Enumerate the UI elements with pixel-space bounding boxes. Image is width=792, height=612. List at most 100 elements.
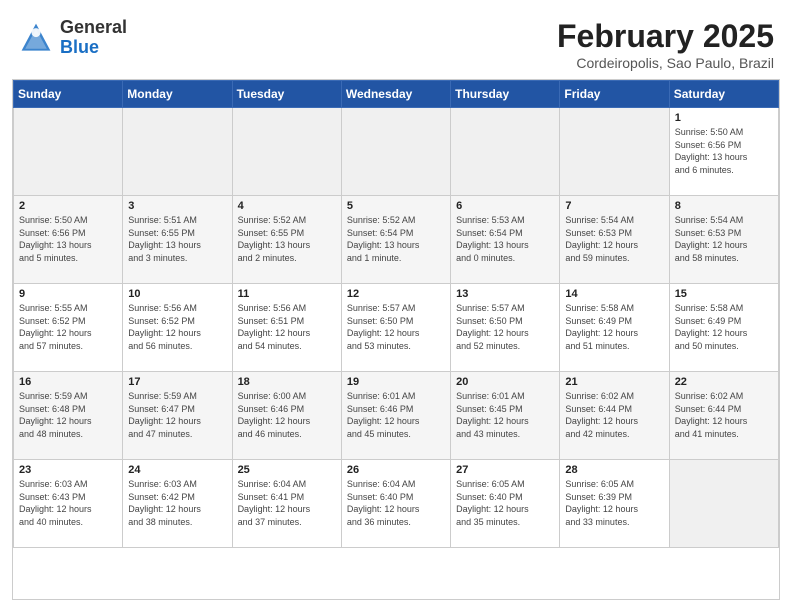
calendar-cell: 23 Sunrise: 6:03 AM Sunset: 6:43 PM Dayli… — [14, 460, 123, 548]
week-row-2: 9 Sunrise: 5:55 AM Sunset: 6:52 PM Daylig… — [14, 284, 779, 372]
day-info: Sunrise: 5:52 AM Sunset: 6:55 PM Dayligh… — [238, 214, 336, 264]
calendar-cell: 16 Sunrise: 5:59 AM Sunset: 6:48 PM Dayli… — [14, 372, 123, 460]
day-number: 24 — [128, 464, 226, 476]
day-info: Sunrise: 5:56 AM Sunset: 6:51 PM Dayligh… — [238, 302, 336, 352]
day-number: 11 — [238, 288, 336, 300]
day-info: Sunrise: 5:52 AM Sunset: 6:54 PM Dayligh… — [347, 214, 445, 264]
calendar-cell: 15 Sunrise: 5:58 AM Sunset: 6:49 PM Dayli… — [669, 284, 778, 372]
day-info: Sunrise: 5:57 AM Sunset: 6:50 PM Dayligh… — [456, 302, 554, 352]
day-info: Sunrise: 6:02 AM Sunset: 6:44 PM Dayligh… — [565, 390, 663, 440]
header-row: SundayMondayTuesdayWednesdayThursdayFrid… — [14, 81, 779, 108]
calendar: SundayMondayTuesdayWednesdayThursdayFrid… — [12, 79, 780, 600]
day-number: 15 — [675, 288, 773, 300]
day-number: 9 — [19, 288, 117, 300]
calendar-cell: 20Sunrise: 6:01 AM Sunset: 6:45 PM Dayli… — [451, 372, 560, 460]
logo-icon — [18, 20, 54, 56]
header-day-saturday: Saturday — [669, 81, 778, 108]
day-number: 2 — [19, 200, 117, 212]
day-number: 27 — [456, 464, 554, 476]
day-number: 8 — [675, 200, 773, 212]
calendar-cell: 6 Sunrise: 5:53 AM Sunset: 6:54 PM Daylig… — [451, 196, 560, 284]
day-number: 5 — [347, 200, 445, 212]
day-number: 23 — [19, 464, 117, 476]
day-number: 19 — [347, 376, 445, 388]
day-info: Sunrise: 5:54 AM Sunset: 6:53 PM Dayligh… — [565, 214, 663, 264]
calendar-cell — [232, 108, 341, 196]
location: Cordeiropolis, Sao Paulo, Brazil — [557, 55, 774, 71]
day-number: 22 — [675, 376, 773, 388]
day-number: 14 — [565, 288, 663, 300]
day-number: 16 — [19, 376, 117, 388]
day-info: Sunrise: 6:03 AM Sunset: 6:43 PM Dayligh… — [19, 478, 117, 528]
day-number: 3 — [128, 200, 226, 212]
header-day-monday: Monday — [123, 81, 232, 108]
calendar-cell: 17 Sunrise: 5:59 AM Sunset: 6:47 PM Dayli… — [123, 372, 232, 460]
calendar-table: SundayMondayTuesdayWednesdayThursdayFrid… — [13, 80, 779, 548]
calendar-cell: 18Sunrise: 6:00 AM Sunset: 6:46 PM Dayli… — [232, 372, 341, 460]
calendar-header: SundayMondayTuesdayWednesdayThursdayFrid… — [14, 81, 779, 108]
calendar-cell: 9 Sunrise: 5:55 AM Sunset: 6:52 PM Daylig… — [14, 284, 123, 372]
week-row-3: 16 Sunrise: 5:59 AM Sunset: 6:48 PM Dayli… — [14, 372, 779, 460]
day-info: Sunrise: 6:00 AM Sunset: 6:46 PM Dayligh… — [238, 390, 336, 440]
day-number: 17 — [128, 376, 226, 388]
calendar-cell: 10Sunrise: 5:56 AM Sunset: 6:52 PM Dayli… — [123, 284, 232, 372]
day-number: 13 — [456, 288, 554, 300]
calendar-cell: 2 Sunrise: 5:50 AM Sunset: 6:56 PM Daylig… — [14, 196, 123, 284]
logo-text: General Blue — [60, 18, 127, 58]
calendar-cell: 25Sunrise: 6:04 AM Sunset: 6:41 PM Dayli… — [232, 460, 341, 548]
calendar-cell — [560, 108, 669, 196]
calendar-cell — [123, 108, 232, 196]
day-info: Sunrise: 6:03 AM Sunset: 6:42 PM Dayligh… — [128, 478, 226, 528]
day-number: 12 — [347, 288, 445, 300]
day-number: 6 — [456, 200, 554, 212]
month-title: February 2025 — [557, 18, 774, 55]
calendar-cell: 19 Sunrise: 6:01 AM Sunset: 6:46 PM Dayli… — [341, 372, 450, 460]
calendar-cell: 3Sunrise: 5:51 AM Sunset: 6:55 PM Daylig… — [123, 196, 232, 284]
day-info: Sunrise: 6:04 AM Sunset: 6:40 PM Dayligh… — [347, 478, 445, 528]
day-info: Sunrise: 5:58 AM Sunset: 6:49 PM Dayligh… — [565, 302, 663, 352]
day-info: Sunrise: 6:05 AM Sunset: 6:39 PM Dayligh… — [565, 478, 663, 528]
day-number: 25 — [238, 464, 336, 476]
header-day-sunday: Sunday — [14, 81, 123, 108]
day-info: Sunrise: 5:54 AM Sunset: 6:53 PM Dayligh… — [675, 214, 773, 264]
calendar-cell: 21 Sunrise: 6:02 AM Sunset: 6:44 PM Dayli… — [560, 372, 669, 460]
calendar-cell: 7 Sunrise: 5:54 AM Sunset: 6:53 PM Daylig… — [560, 196, 669, 284]
logo: General Blue — [18, 18, 127, 58]
header: General Blue February 2025 Cordeiropolis… — [0, 0, 792, 79]
day-number: 21 — [565, 376, 663, 388]
day-info: Sunrise: 5:50 AM Sunset: 6:56 PM Dayligh… — [19, 214, 117, 264]
day-info: Sunrise: 5:53 AM Sunset: 6:54 PM Dayligh… — [456, 214, 554, 264]
page: General Blue February 2025 Cordeiropolis… — [0, 0, 792, 612]
day-info: Sunrise: 5:59 AM Sunset: 6:47 PM Dayligh… — [128, 390, 226, 440]
day-info: Sunrise: 6:02 AM Sunset: 6:44 PM Dayligh… — [675, 390, 773, 440]
calendar-cell: 11 Sunrise: 5:56 AM Sunset: 6:51 PM Dayli… — [232, 284, 341, 372]
calendar-cell: 24 Sunrise: 6:03 AM Sunset: 6:42 PM Dayli… — [123, 460, 232, 548]
day-info: Sunrise: 5:57 AM Sunset: 6:50 PM Dayligh… — [347, 302, 445, 352]
logo-general: General — [60, 17, 127, 37]
day-number: 26 — [347, 464, 445, 476]
day-info: Sunrise: 5:50 AM Sunset: 6:56 PM Dayligh… — [675, 126, 773, 176]
day-number: 7 — [565, 200, 663, 212]
day-info: Sunrise: 5:59 AM Sunset: 6:48 PM Dayligh… — [19, 390, 117, 440]
calendar-cell: 4Sunrise: 5:52 AM Sunset: 6:55 PM Daylig… — [232, 196, 341, 284]
day-info: Sunrise: 6:01 AM Sunset: 6:46 PM Dayligh… — [347, 390, 445, 440]
day-info: Sunrise: 6:05 AM Sunset: 6:40 PM Dayligh… — [456, 478, 554, 528]
calendar-cell: 1Sunrise: 5:50 AM Sunset: 6:56 PM Daylig… — [669, 108, 778, 196]
day-info: Sunrise: 5:55 AM Sunset: 6:52 PM Dayligh… — [19, 302, 117, 352]
calendar-cell — [451, 108, 560, 196]
day-number: 10 — [128, 288, 226, 300]
logo-blue: Blue — [60, 37, 99, 57]
calendar-cell — [14, 108, 123, 196]
day-number: 20 — [456, 376, 554, 388]
calendar-cell: 13 Sunrise: 5:57 AM Sunset: 6:50 PM Dayli… — [451, 284, 560, 372]
calendar-cell — [669, 460, 778, 548]
calendar-cell: 12 Sunrise: 5:57 AM Sunset: 6:50 PM Dayli… — [341, 284, 450, 372]
day-info: Sunrise: 5:58 AM Sunset: 6:49 PM Dayligh… — [675, 302, 773, 352]
calendar-cell: 8 Sunrise: 5:54 AM Sunset: 6:53 PM Daylig… — [669, 196, 778, 284]
calendar-cell: 22 Sunrise: 6:02 AM Sunset: 6:44 PM Dayli… — [669, 372, 778, 460]
week-row-4: 23 Sunrise: 6:03 AM Sunset: 6:43 PM Dayli… — [14, 460, 779, 548]
title-block: February 2025 Cordeiropolis, Sao Paulo, … — [557, 18, 774, 71]
week-row-0: 1Sunrise: 5:50 AM Sunset: 6:56 PM Daylig… — [14, 108, 779, 196]
header-day-thursday: Thursday — [451, 81, 560, 108]
week-row-1: 2 Sunrise: 5:50 AM Sunset: 6:56 PM Daylig… — [14, 196, 779, 284]
